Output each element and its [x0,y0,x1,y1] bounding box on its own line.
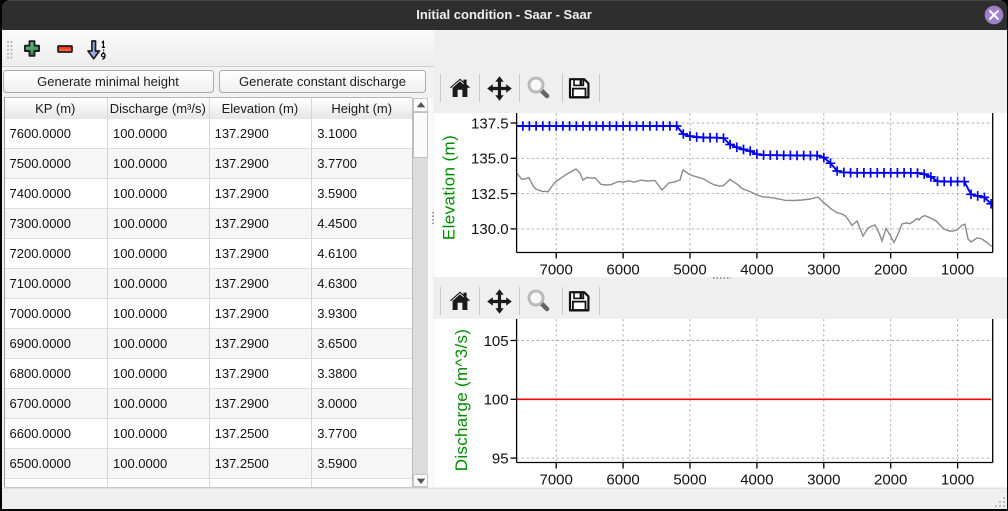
svg-text:135.0: 135.0 [471,151,509,168]
svg-text:130.0: 130.0 [471,221,509,238]
svg-text:3000: 3000 [807,262,840,277]
svg-text:7000: 7000 [539,472,572,488]
svg-text:100: 100 [483,392,508,409]
svg-text:7000: 7000 [539,262,572,277]
svg-text:1000: 1000 [940,472,973,488]
svg-text:5000: 5000 [673,472,706,488]
svg-text:2000: 2000 [874,472,907,488]
svg-text:105: 105 [483,333,508,350]
svg-text:6000: 6000 [606,262,639,277]
svg-text:137.5: 137.5 [471,115,509,132]
svg-text:1000: 1000 [940,262,973,277]
svg-text:2000: 2000 [874,262,907,277]
svg-text:Elevation (m): Elevation (m) [439,135,458,240]
svg-text:Discharge (m^3/s): Discharge (m^3/s) [452,329,471,472]
svg-text:4000: 4000 [740,262,773,277]
svg-text:3000: 3000 [807,472,840,488]
svg-text:4000: 4000 [740,472,773,488]
svg-text:132.5: 132.5 [471,186,509,203]
svg-text:5000: 5000 [673,262,706,277]
svg-text:6000: 6000 [606,472,639,488]
svg-text:95: 95 [491,450,508,467]
